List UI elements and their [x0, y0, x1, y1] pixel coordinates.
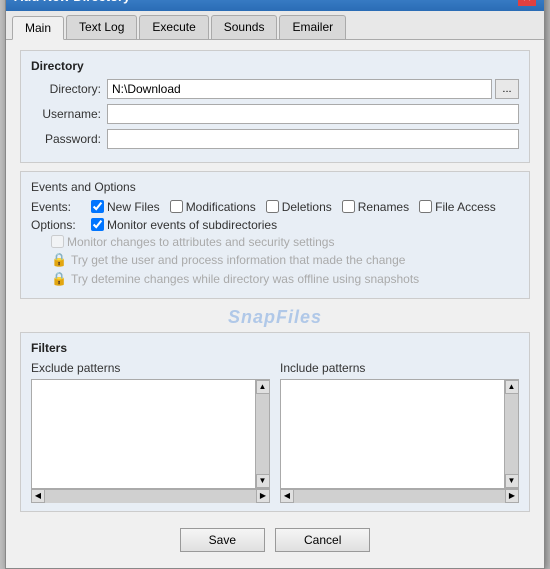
directory-label: Directory: — [31, 82, 101, 96]
include-patterns-label: Include patterns — [280, 361, 519, 375]
option-user-process-row: 🔒 Try get the user and process informati… — [31, 252, 519, 268]
username-input[interactable] — [107, 104, 519, 124]
include-textarea-container: ▲ ▼ ◀ ▶ — [280, 379, 519, 503]
tab-emailer[interactable]: Emailer — [279, 15, 346, 39]
event-file-access-checkbox[interactable] — [419, 200, 432, 213]
options-label: Options: — [31, 218, 91, 232]
tab-bar: Main Text Log Execute Sounds Emailer — [6, 11, 544, 40]
events-label: Events: — [31, 200, 91, 214]
lock-icon-1: 🔒 — [51, 252, 67, 268]
events-section: Events and Options Events: New Files Mod… — [20, 171, 530, 299]
main-window: Add New Directory ✕ Main Text Log Execut… — [5, 0, 545, 569]
include-scroll-up[interactable]: ▲ — [505, 380, 519, 394]
exclude-textarea-container: ▲ ▼ ◀ ▶ — [31, 379, 270, 503]
include-hscrollbar[interactable] — [294, 489, 505, 503]
event-file-access[interactable]: File Access — [419, 200, 496, 214]
password-label: Password: — [31, 132, 101, 146]
username-field-row: Username: — [31, 104, 519, 124]
filters-row: Exclude patterns ▲ ▼ — [31, 361, 519, 503]
password-field-row: Password: — [31, 129, 519, 149]
tab-main[interactable]: Main — [12, 16, 64, 40]
exclude-scroll-down[interactable]: ▼ — [256, 474, 270, 488]
exclude-scroll-right[interactable]: ▶ — [256, 489, 270, 503]
tab-sounds[interactable]: Sounds — [211, 15, 278, 39]
username-label: Username: — [31, 107, 101, 121]
include-scroll-down[interactable]: ▼ — [505, 474, 519, 488]
watermark: SnapFiles — [20, 307, 530, 328]
exclude-hscrollbar[interactable] — [45, 489, 256, 503]
events-section-title: Events and Options — [31, 180, 519, 194]
exclude-textarea-wrapper: ▲ ▼ — [31, 379, 270, 489]
exclude-scroll-left[interactable]: ◀ — [31, 489, 45, 503]
events-row: Events: New Files Modifications Deletion… — [31, 200, 519, 214]
tab-execute[interactable]: Execute — [139, 15, 208, 39]
title-bar: Add New Directory ✕ — [6, 0, 544, 11]
include-scroll-left[interactable]: ◀ — [280, 489, 294, 503]
event-renames-checkbox[interactable] — [342, 200, 355, 213]
password-input[interactable] — [107, 129, 519, 149]
option-snapshots-row: 🔒 Try detemine changes while directory w… — [31, 271, 519, 287]
directory-input[interactable] — [107, 79, 492, 99]
window-title: Add New Directory — [14, 0, 130, 4]
lock-icon-2: 🔒 — [51, 271, 67, 287]
exclude-scroll-up[interactable]: ▲ — [256, 380, 270, 394]
cancel-button[interactable]: Cancel — [275, 528, 370, 552]
options-row: Options: Monitor events of subdirectorie… — [31, 218, 519, 232]
option-monitor-attrs-checkbox — [51, 235, 64, 248]
event-deletions[interactable]: Deletions — [266, 200, 332, 214]
include-patterns-group: Include patterns ▲ ▼ — [280, 361, 519, 503]
include-hscrollbar-wrapper: ◀ ▶ — [280, 489, 519, 503]
tab-textlog[interactable]: Text Log — [66, 15, 137, 39]
exclude-textarea-inner: ▲ ▼ — [31, 379, 270, 489]
exclude-patterns-group: Exclude patterns ▲ ▼ — [31, 361, 270, 503]
event-new-files[interactable]: New Files — [91, 200, 160, 214]
event-new-files-checkbox[interactable] — [91, 200, 104, 213]
option-monitor-attrs: Monitor changes to attributes and securi… — [51, 235, 334, 249]
option-monitor-subdirs-checkbox[interactable] — [91, 218, 104, 231]
event-modifications-checkbox[interactable] — [170, 200, 183, 213]
main-content: Directory Directory: ... Username: Passw… — [6, 40, 544, 568]
bottom-buttons: Save Cancel — [20, 520, 530, 558]
option-snapshots-text: Try detemine changes while directory was… — [71, 272, 419, 286]
exclude-vscrollbar[interactable]: ▲ ▼ — [255, 380, 269, 488]
directory-section-title: Directory — [31, 59, 519, 73]
exclude-hscrollbar-wrapper: ◀ ▶ — [31, 489, 270, 503]
event-renames[interactable]: Renames — [342, 200, 409, 214]
option-monitor-subdirs[interactable]: Monitor events of subdirectories — [91, 218, 277, 232]
include-scroll-right[interactable]: ▶ — [505, 489, 519, 503]
include-textarea-wrapper: ▲ ▼ — [280, 379, 519, 489]
option-monitor-attrs-row: Monitor changes to attributes and securi… — [31, 235, 519, 249]
include-vscrollbar[interactable]: ▲ ▼ — [504, 380, 518, 488]
directory-section: Directory Directory: ... Username: Passw… — [20, 50, 530, 163]
filters-section-title: Filters — [31, 341, 519, 355]
event-deletions-checkbox[interactable] — [266, 200, 279, 213]
include-textarea-inner: ▲ ▼ — [280, 379, 519, 489]
directory-field-row: Directory: ... — [31, 79, 519, 99]
exclude-textarea[interactable] — [32, 380, 255, 488]
event-modifications[interactable]: Modifications — [170, 200, 256, 214]
close-button[interactable]: ✕ — [518, 0, 536, 6]
exclude-patterns-label: Exclude patterns — [31, 361, 270, 375]
browse-button[interactable]: ... — [495, 79, 519, 99]
save-button[interactable]: Save — [180, 528, 265, 552]
option-user-process-text: Try get the user and process information… — [71, 253, 405, 267]
filters-section: Filters Exclude patterns ▲ ▼ — [20, 332, 530, 512]
include-textarea[interactable] — [281, 380, 504, 488]
